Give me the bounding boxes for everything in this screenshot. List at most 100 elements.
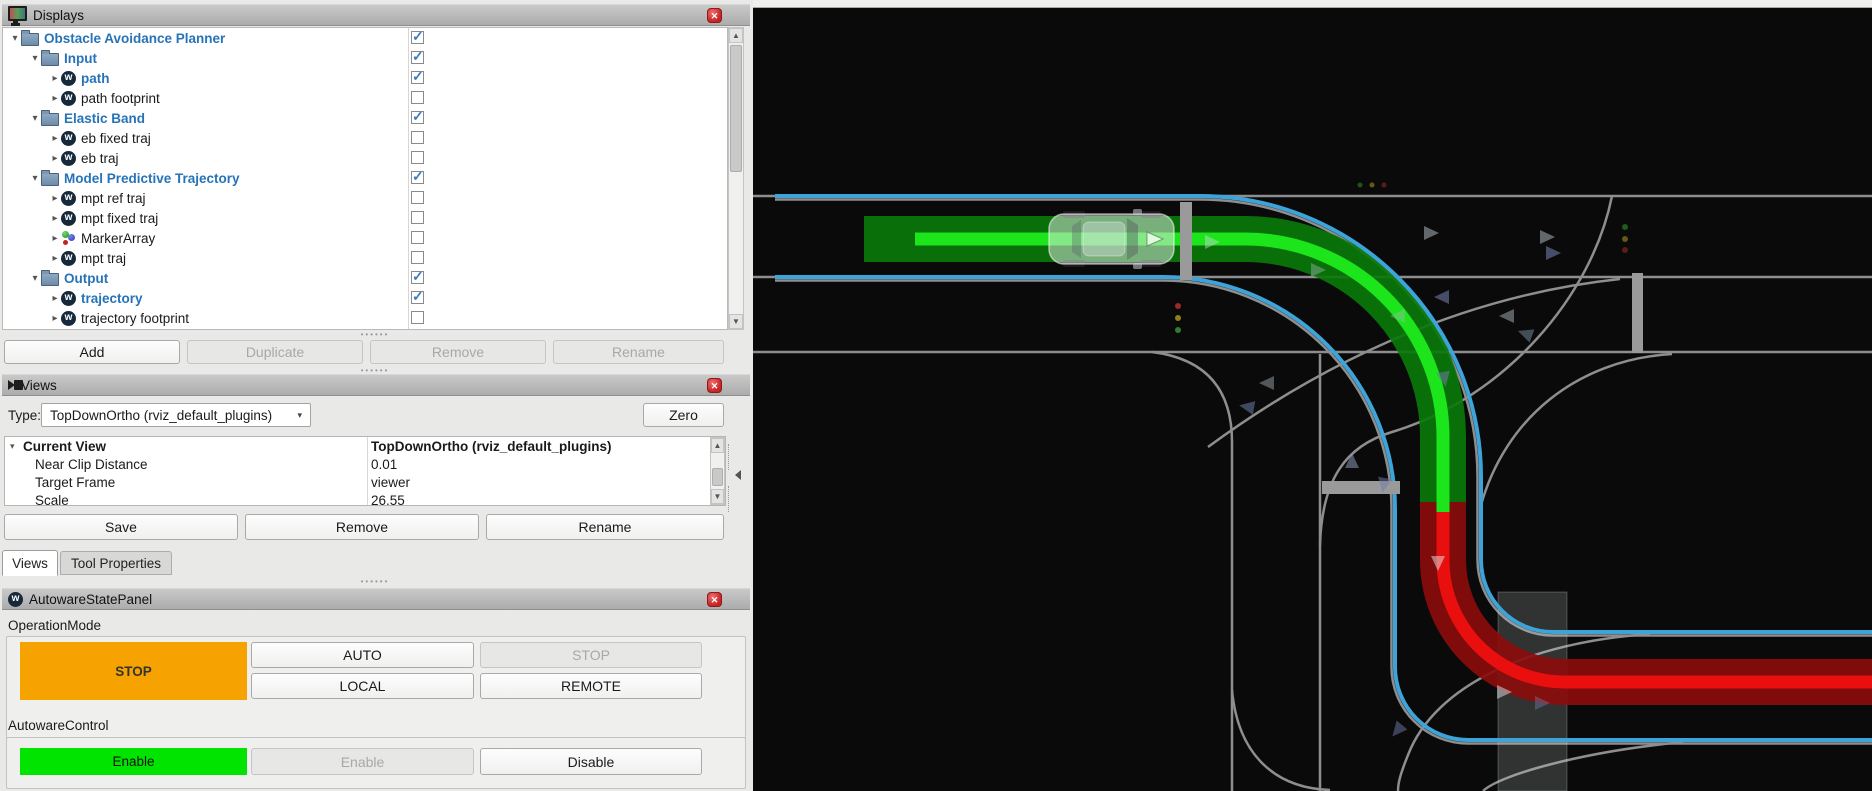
- displays-icon: [8, 6, 27, 21]
- expander-icon[interactable]: ▸: [49, 93, 61, 104]
- autoware-display-icon: [61, 151, 76, 166]
- expander-icon[interactable]: ▸: [49, 313, 61, 324]
- remove-view-button[interactable]: Remove: [245, 514, 479, 540]
- rename-display-button[interactable]: Rename: [553, 340, 724, 364]
- duplicate-button[interactable]: Duplicate: [187, 340, 363, 364]
- expander-icon[interactable]: ▾: [29, 113, 41, 124]
- displays-close-button[interactable]: ✕: [707, 8, 722, 23]
- tree-row-model-predictive-trajectory[interactable]: ▾ Model Predictive Trajectory: [3, 168, 727, 188]
- visibility-checkbox[interactable]: [411, 111, 424, 124]
- disable-button[interactable]: Disable: [480, 748, 702, 775]
- autoware-display-icon: [61, 71, 76, 86]
- folder-icon: [41, 173, 59, 186]
- visibility-checkbox[interactable]: [411, 51, 424, 64]
- auto-button[interactable]: AUTO: [251, 642, 474, 668]
- scroll-up-icon[interactable]: ▲: [711, 438, 724, 453]
- tab-views[interactable]: Views: [2, 550, 58, 576]
- views-panel-title: Views: [21, 378, 57, 393]
- splitter-line: [728, 486, 730, 512]
- visibility-checkbox[interactable]: [411, 71, 424, 84]
- visibility-checkbox[interactable]: [411, 31, 424, 44]
- tree-row-mpt-traj[interactable]: ▸ mpt traj: [3, 248, 727, 268]
- visibility-checkbox[interactable]: [411, 311, 424, 324]
- tree-row-mpt-ref-traj[interactable]: ▸ mpt ref traj: [3, 188, 727, 208]
- expander-icon[interactable]: ▸: [49, 193, 61, 204]
- visibility-checkbox[interactable]: [411, 91, 424, 104]
- property-row-current-view[interactable]: ▾ Current View TopDownOrtho (rviz_defaul…: [5, 437, 725, 455]
- scrollbar-thumb[interactable]: [730, 45, 742, 172]
- property-row-near-clip[interactable]: Near Clip Distance 0.01: [5, 455, 725, 473]
- state-panel-close-button[interactable]: ✕: [707, 592, 722, 607]
- add-button[interactable]: Add: [4, 340, 180, 364]
- tree-row-mpt-fixed-traj[interactable]: ▸ mpt fixed traj: [3, 208, 727, 228]
- scrollbar-thumb[interactable]: [712, 468, 723, 486]
- expander-icon[interactable]: ▸: [49, 213, 61, 224]
- expander-icon[interactable]: ▾: [29, 173, 41, 184]
- visibility-checkbox[interactable]: [411, 231, 424, 244]
- tree-row-elastic-band[interactable]: ▾ Elastic Band: [3, 108, 727, 128]
- current-view-properties[interactable]: ▾ Current View TopDownOrtho (rviz_defaul…: [4, 436, 726, 506]
- displays-panel-titlebar[interactable]: Displays ✕: [2, 4, 750, 26]
- displays-tree-scrollbar[interactable]: ▲ ▼: [728, 27, 744, 330]
- expander-icon[interactable]: ▾: [29, 273, 41, 284]
- expander-icon[interactable]: ▾: [10, 441, 15, 452]
- views-close-button[interactable]: ✕: [707, 378, 722, 393]
- scroll-up-icon[interactable]: ▲: [729, 28, 743, 43]
- properties-scrollbar[interactable]: ▲ ▼: [710, 437, 725, 505]
- ego-vehicle: [1049, 209, 1174, 269]
- tree-row-eb-fixed-traj[interactable]: ▸ eb fixed traj: [3, 128, 727, 148]
- property-row-target-frame[interactable]: Target Frame viewer: [5, 473, 725, 491]
- tree-row-path-footprint[interactable]: ▸ path footprint: [3, 88, 727, 108]
- visibility-checkbox[interactable]: [411, 131, 424, 144]
- expander-icon[interactable]: ▸: [49, 133, 61, 144]
- tree-row-output[interactable]: ▾ Output: [3, 268, 727, 288]
- visibility-checkbox[interactable]: [411, 191, 424, 204]
- state-panel-titlebar[interactable]: AutowareStatePanel ✕: [2, 588, 750, 610]
- visibility-checkbox[interactable]: [411, 211, 424, 224]
- visibility-checkbox[interactable]: [411, 171, 424, 184]
- autoware-display-icon: [61, 291, 76, 306]
- tree-row-markerarray[interactable]: ▸ MarkerArray: [3, 228, 727, 248]
- visibility-checkbox[interactable]: [411, 271, 424, 284]
- visibility-checkbox[interactable]: [411, 251, 424, 264]
- splitter-handle[interactable]: ••••••: [0, 580, 750, 586]
- tree-row-trajectory-footprint[interactable]: ▸ trajectory footprint: [3, 308, 727, 328]
- remove-display-button[interactable]: Remove: [370, 340, 546, 364]
- tree-row-obstacle-avoidance-planner[interactable]: ▾ Obstacle Avoidance Planner: [3, 28, 727, 48]
- autoware-display-icon: [61, 311, 76, 326]
- tree-row-path[interactable]: ▸ path: [3, 68, 727, 88]
- tab-tool-properties[interactable]: Tool Properties: [60, 551, 172, 575]
- expander-icon[interactable]: ▸: [49, 233, 61, 244]
- rename-view-button[interactable]: Rename: [486, 514, 724, 540]
- expander-icon[interactable]: ▾: [9, 33, 21, 44]
- folder-icon: [41, 113, 59, 126]
- operation-mode-status: STOP: [20, 642, 247, 700]
- collapse-splitter-icon[interactable]: [735, 470, 741, 480]
- remote-button[interactable]: REMOTE: [480, 673, 702, 699]
- tree-row-input[interactable]: ▾ Input: [3, 48, 727, 68]
- enable-button[interactable]: Enable: [251, 748, 474, 775]
- view-type-dropdown[interactable]: TopDownOrtho (rviz_default_plugins) ▾: [41, 403, 311, 427]
- tree-row-trajectory[interactable]: ▸ trajectory: [3, 288, 727, 308]
- scroll-down-icon[interactable]: ▼: [711, 489, 724, 504]
- 3d-viewport[interactable]: [753, 0, 1872, 791]
- side-mirror: [1133, 209, 1142, 215]
- property-row-scale[interactable]: Scale 26.55: [5, 491, 725, 506]
- tree-row-eb-traj[interactable]: ▸ eb traj: [3, 148, 727, 168]
- stop-button[interactable]: STOP: [480, 642, 702, 668]
- expander-icon[interactable]: ▸: [49, 153, 61, 164]
- expander-icon[interactable]: ▸: [49, 253, 61, 264]
- splitter-line: [728, 444, 730, 470]
- zero-button[interactable]: Zero: [643, 403, 724, 427]
- save-view-button[interactable]: Save: [4, 514, 238, 540]
- expander-icon[interactable]: ▾: [29, 53, 41, 64]
- local-button[interactable]: LOCAL: [251, 673, 474, 699]
- splitter-handle[interactable]: ••••••: [0, 333, 750, 339]
- visibility-checkbox[interactable]: [411, 291, 424, 304]
- expander-icon[interactable]: ▸: [49, 73, 61, 84]
- displays-tree[interactable]: ▾ Obstacle Avoidance Planner ▾ Input ▸ p…: [2, 27, 728, 330]
- scroll-down-icon[interactable]: ▼: [729, 314, 743, 329]
- visibility-checkbox[interactable]: [411, 151, 424, 164]
- expander-icon[interactable]: ▸: [49, 293, 61, 304]
- views-panel-titlebar[interactable]: Views ✕: [2, 374, 750, 396]
